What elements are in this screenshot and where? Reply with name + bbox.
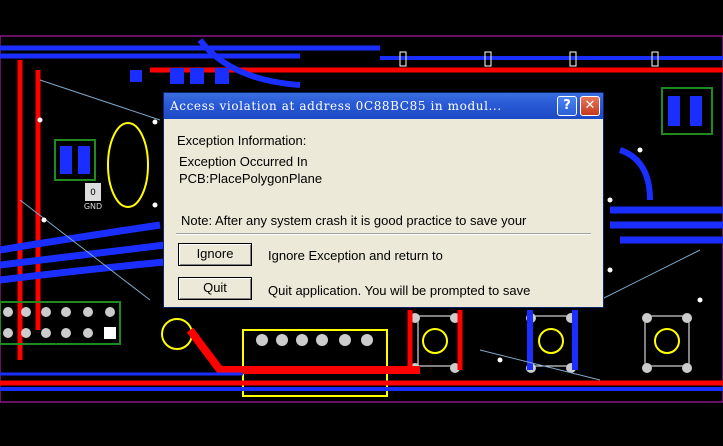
- dialog-body: Exception Information: Exception Occurre…: [164, 119, 603, 307]
- exception-dialog: Access violation at address 0C88BC85 in …: [163, 92, 604, 308]
- close-icon[interactable]: ✕: [580, 96, 600, 116]
- pcb-label-zero: 0: [90, 188, 96, 198]
- quit-description: Quit application. You will be prompted t…: [268, 283, 531, 298]
- dialog-title: Access violation at address 0C88BC85 in …: [170, 99, 502, 113]
- pcb-label-gnd: GND: [84, 202, 102, 211]
- quit-button[interactable]: Quit: [178, 277, 252, 300]
- separator: [176, 233, 591, 235]
- exception-occurred-label: Exception Occurred In: [179, 154, 308, 169]
- help-button[interactable]: ?: [557, 96, 577, 116]
- crash-note: Note: After any system crash it is good …: [181, 213, 527, 228]
- dialog-title-bar[interactable]: Access violation at address 0C88BC85 in …: [164, 93, 603, 119]
- ignore-button[interactable]: Ignore: [178, 243, 252, 266]
- ignore-description: Ignore Exception and return to: [268, 248, 443, 263]
- exception-location: PCB:PlacePolygonPlane: [179, 171, 323, 186]
- exception-heading: Exception Information:: [177, 133, 307, 148]
